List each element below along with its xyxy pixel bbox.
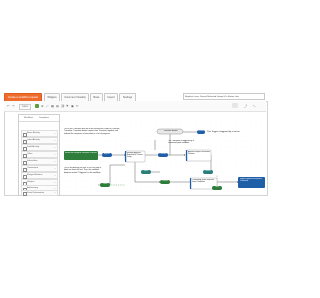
pill-label: Approve bbox=[104, 154, 110, 155]
pill-label: Review bbox=[205, 171, 211, 172]
trigger-bubble-label: Transition Builder bbox=[163, 130, 178, 132]
activity-note: This is the Activity text line. In the f… bbox=[64, 167, 102, 174]
transition-note: This is the Transition text line to the … bbox=[64, 128, 120, 135]
trigger-note: This Trigger it triggered by a sensor bbox=[207, 131, 240, 133]
end-node-label: Request approved Response Confirmed bbox=[240, 178, 262, 183]
pill-label: Reject bbox=[143, 171, 149, 172]
workflow-diagram bbox=[60, 112, 265, 194]
node-b-label: Approval Request Resolution Decision bbox=[188, 151, 210, 156]
pill-label: Resolved bbox=[159, 154, 167, 155]
start-node-label: Start/User Request Workflow Process bbox=[65, 152, 97, 154]
pill-label: Done bbox=[215, 187, 219, 188]
center-note: The Transition is triggered by a connect… bbox=[168, 140, 194, 145]
pill-label: Create bbox=[102, 184, 108, 185]
node-a-label: Manager Approval Required for Process Gr… bbox=[127, 152, 143, 159]
pill-label: Process bbox=[162, 181, 168, 182]
pill-label: Resolved bbox=[197, 131, 205, 132]
